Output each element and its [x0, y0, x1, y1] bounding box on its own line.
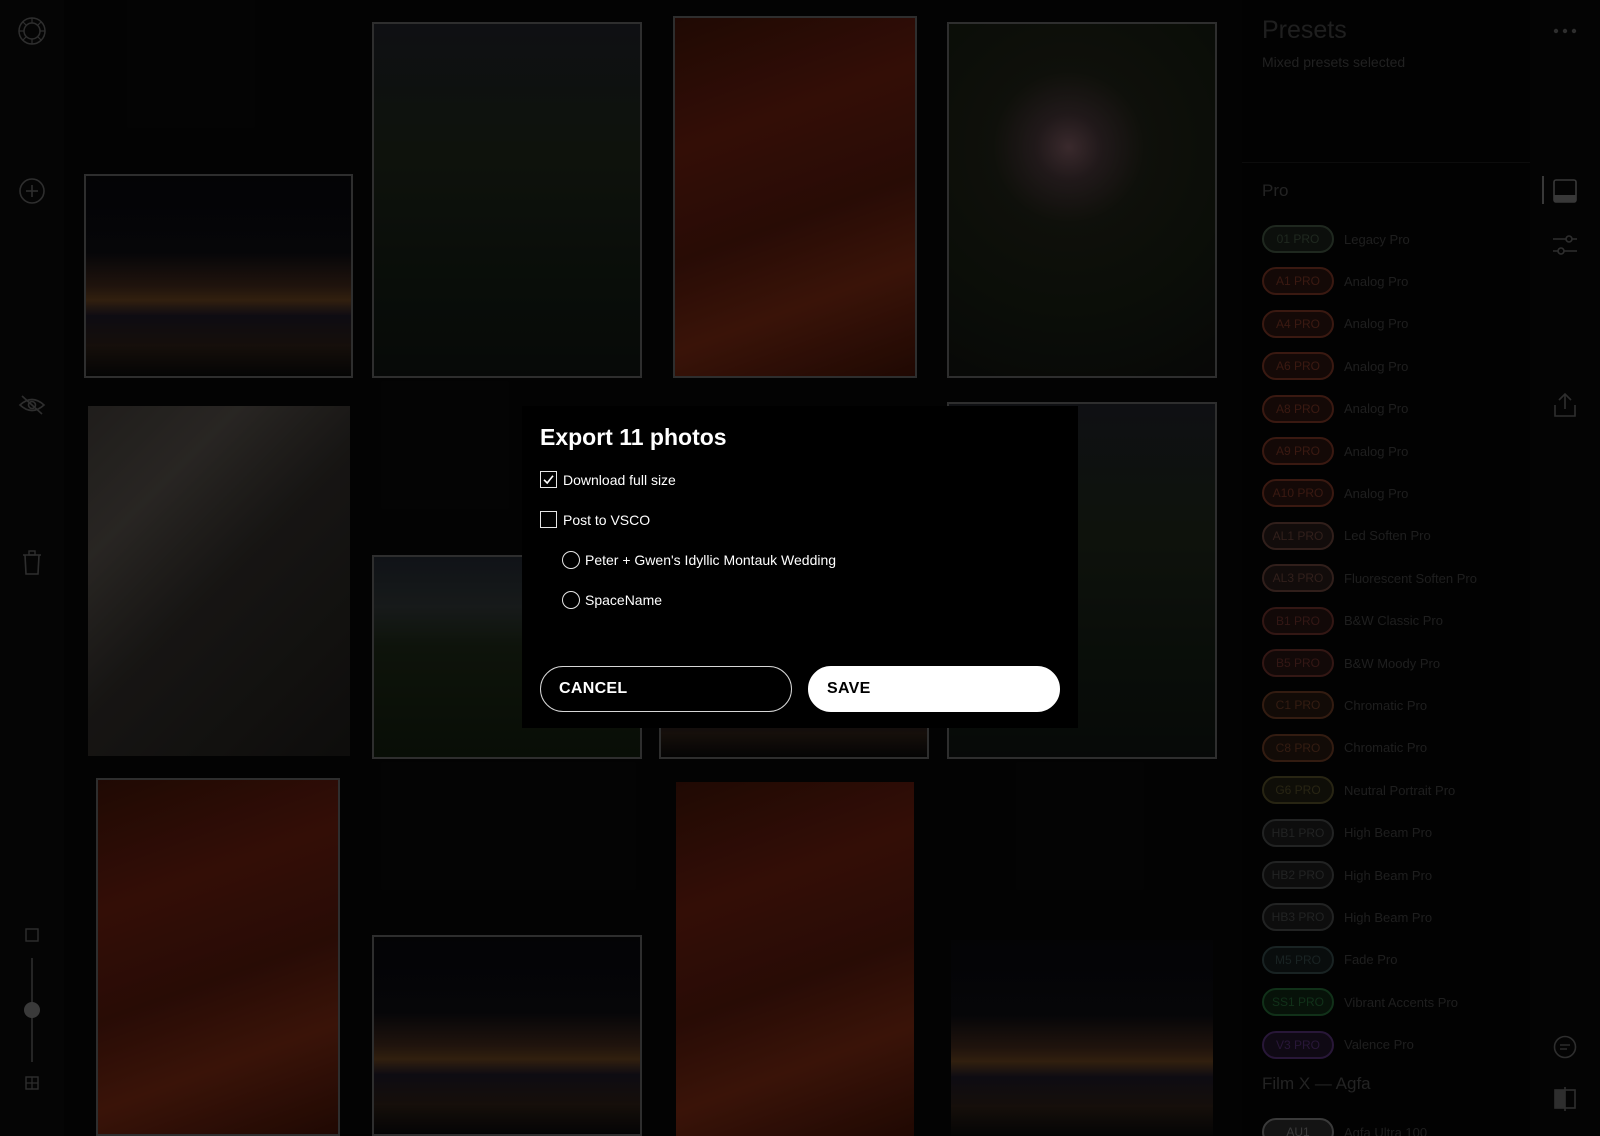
checkbox-unchecked-icon — [540, 511, 557, 528]
space-radio-option[interactable]: SpaceName — [562, 591, 662, 609]
export-dialog: Export 11 photos Download full size Post… — [522, 406, 1078, 728]
radio-unselected-icon — [562, 551, 580, 569]
space-label: SpaceName — [585, 592, 663, 608]
radio-unselected-icon — [562, 591, 580, 609]
space-radio-option[interactable]: Peter + Gwen's Idyllic Montauk Wedding — [562, 551, 836, 569]
post-to-vsco-checkbox[interactable]: Post to VSCO — [540, 511, 650, 528]
cancel-button[interactable]: CANCEL — [540, 666, 792, 712]
space-label: Peter + Gwen's Idyllic Montauk Wedding — [585, 552, 837, 568]
post-to-vsco-label: Post to VSCO — [563, 511, 651, 528]
save-button[interactable]: SAVE — [808, 666, 1060, 712]
checkbox-checked-icon — [540, 471, 557, 488]
app-window: Presets Mixed presets selected Pro 01 PRO… — [0, 0, 1600, 1136]
download-full-size-checkbox[interactable]: Download full size — [540, 471, 676, 488]
download-full-size-label: Download full size — [563, 471, 676, 488]
dialog-title: Export 11 photos — [540, 424, 727, 450]
